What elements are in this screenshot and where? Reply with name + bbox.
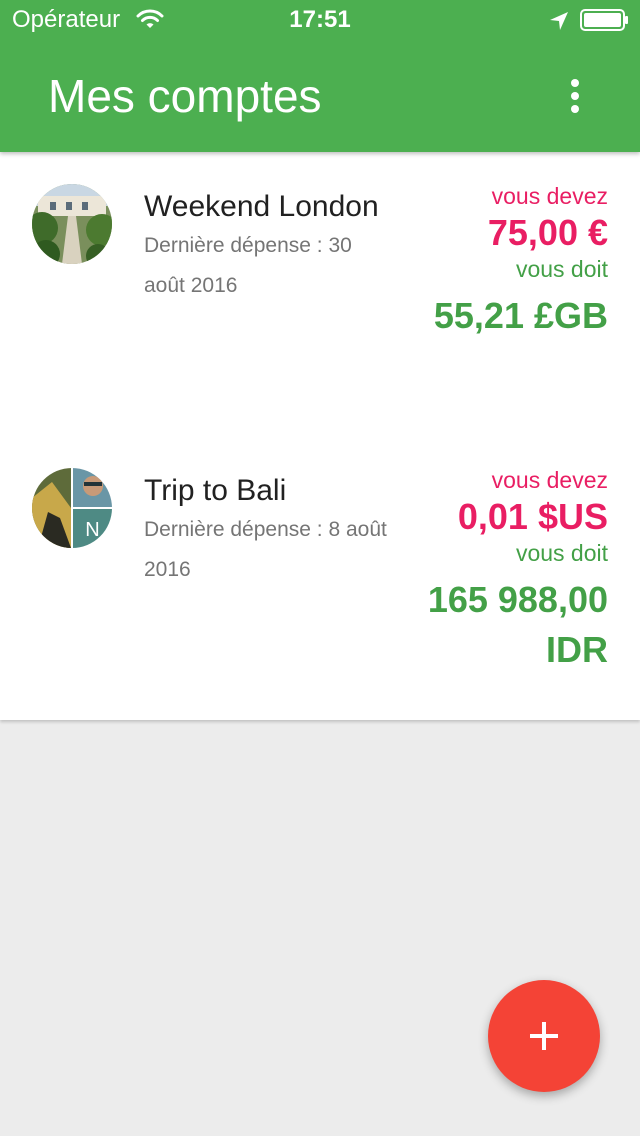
add-account-button[interactable]	[488, 980, 600, 1092]
location-arrow-icon	[550, 12, 568, 30]
owed-label: vous doit	[515, 540, 608, 566]
owe-label: vous devez	[491, 183, 608, 209]
owed-amount: 165 988,00 IDR	[427, 579, 608, 670]
status-time: 17:51	[289, 6, 351, 33]
battery-icon	[580, 9, 628, 31]
owe-amount: 0,01 $US	[457, 496, 608, 537]
owe-label: vous devez	[491, 467, 608, 493]
account-balances: vous devez 75,00 € vous doit 55,21 £GB	[418, 180, 608, 341]
plus-icon	[530, 1022, 558, 1050]
app-bar: Opérateur 17:51 Mes comptes	[0, 0, 640, 152]
status-bar: Opérateur 17:51	[0, 0, 640, 40]
more-vert-icon-dot	[571, 105, 579, 113]
owe-amount: 75,00 €	[487, 212, 608, 253]
accounts-list: Weekend London Dernière dépense : 30 aoû…	[0, 152, 640, 720]
screen: Opérateur 17:51 Mes comptes Weekend Lond…	[0, 0, 640, 1136]
more-vert-icon	[571, 79, 579, 87]
owed-amount: 55,21 £GB	[433, 295, 608, 336]
owed-label: vous doit	[515, 256, 608, 282]
account-avatar: N	[32, 468, 112, 548]
account-balances: vous devez 0,01 $US vous doit 165 988,00…	[418, 464, 608, 675]
account-last-expense: Dernière dépense : 30 août 2016	[144, 234, 352, 297]
account-last-expense: Dernière dépense : 8 août 2016	[144, 518, 387, 581]
account-name: Trip to Bali	[144, 474, 287, 507]
more-options-button[interactable]	[552, 72, 598, 120]
account-avatar	[32, 184, 112, 264]
account-name: Weekend London	[144, 190, 379, 223]
avatar-initial: N	[85, 519, 99, 541]
account-item-trip-to-bali[interactable]: N Trip to Bali Dernière dépense : 8 août…	[0, 436, 640, 720]
account-item-weekend-london[interactable]: Weekend London Dernière dépense : 30 aoû…	[0, 152, 640, 436]
page-title: Mes comptes	[48, 70, 322, 122]
more-vert-icon-dot	[571, 92, 579, 100]
